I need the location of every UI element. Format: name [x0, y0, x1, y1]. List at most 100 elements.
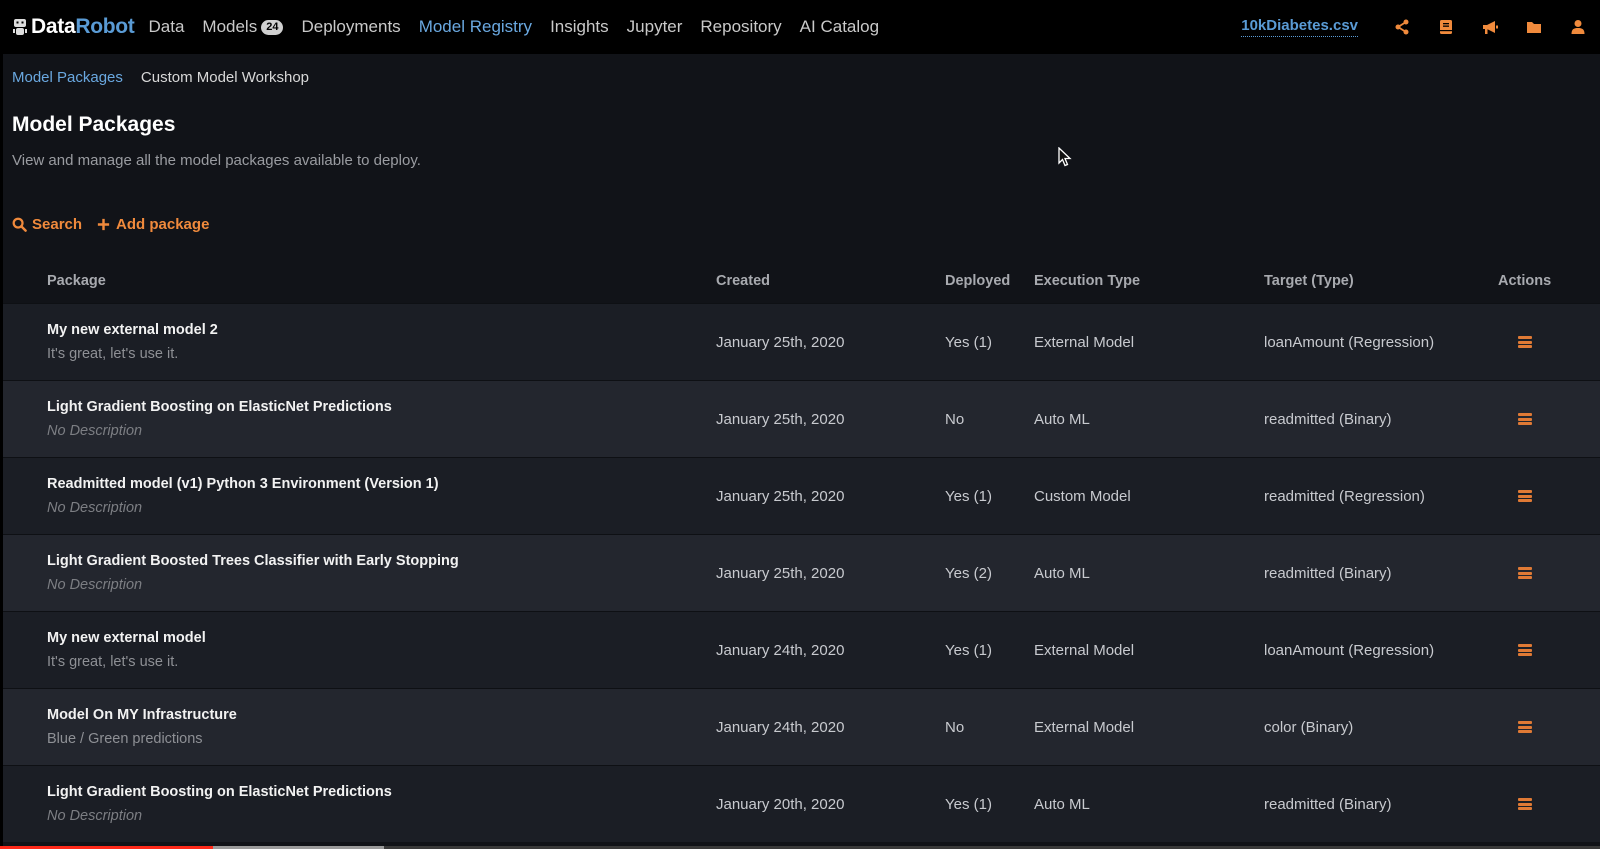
tab-model-packages[interactable]: Model Packages: [12, 69, 123, 86]
table-row[interactable]: My new external model It's great, let's u…: [3, 611, 1600, 688]
created-cell: January 24th, 2020: [716, 718, 845, 736]
row-actions-menu-icon[interactable]: [1518, 720, 1532, 734]
account-button[interactable]: [1556, 0, 1600, 54]
nav-label: Jupyter: [626, 17, 683, 36]
nav-item-models[interactable]: Models 24: [202, 17, 284, 37]
package-description: No Description: [47, 423, 143, 439]
nav-item-insights[interactable]: Insights: [550, 17, 609, 37]
row-actions-menu-icon[interactable]: [1518, 566, 1532, 580]
nav-label: Data: [148, 17, 185, 36]
add-package-label: Add package: [116, 216, 210, 233]
package-name[interactable]: Model On MY Infrastructure: [47, 707, 237, 723]
package-name[interactable]: My new external model 2: [47, 322, 218, 338]
table-row[interactable]: Light Gradient Boosted Trees Classifier …: [3, 534, 1600, 611]
header-actions: Actions: [1498, 273, 1552, 289]
nav-item-data[interactable]: Data: [148, 17, 184, 37]
nav-item-jupyter[interactable]: Jupyter: [627, 17, 683, 37]
package-name[interactable]: Readmitted model (v1) Python 3 Environme…: [47, 476, 439, 492]
nav-item-deployments[interactable]: Deployments: [301, 17, 400, 37]
mouse-cursor-icon: [1058, 147, 1072, 167]
header-execution-type[interactable]: Execution Type: [1034, 273, 1140, 289]
deployed-cell: Yes (2): [945, 564, 992, 582]
actions-bar: Search Add package: [12, 216, 209, 233]
sub-nav-tabs: Model Packages Custom Model Workshop: [12, 69, 309, 86]
execution-type-cell: External Model: [1034, 641, 1135, 659]
nav-label: Model Registry: [418, 17, 533, 36]
execution-type-cell: Auto ML: [1034, 410, 1090, 428]
deployed-cell: Yes (1): [945, 487, 992, 505]
dataset-link[interactable]: 10kDiabetes.csv: [1241, 17, 1358, 37]
execution-type-cell: Auto ML: [1034, 795, 1090, 813]
table-row[interactable]: My new external model 2 It's great, let's…: [3, 303, 1600, 380]
created-cell: January 25th, 2020: [716, 410, 845, 428]
files-button[interactable]: [1512, 0, 1556, 54]
package-name[interactable]: Light Gradient Boosting on ElasticNet Pr…: [47, 784, 392, 800]
robot-logo-icon: [13, 19, 27, 35]
table-row[interactable]: Model On MY Infrastructure Blue / Green p…: [3, 688, 1600, 765]
created-cell: January 20th, 2020: [716, 795, 845, 813]
target-cell: loanAmount (Regression): [1264, 333, 1435, 351]
package-name[interactable]: My new external model: [47, 630, 206, 646]
target-cell: readmitted (Binary): [1264, 795, 1392, 813]
package-cell: Readmitted model (v1) Python 3 Environme…: [47, 476, 439, 516]
page-subtitle: View and manage all the model packages a…: [12, 152, 421, 169]
nav-label: Models: [202, 17, 258, 36]
package-name[interactable]: Light Gradient Boosting on ElasticNet Pr…: [47, 399, 392, 415]
add-package-button[interactable]: Add package: [96, 216, 209, 233]
page-title: Model Packages: [12, 113, 176, 136]
nav-label: AI Catalog: [799, 17, 880, 36]
header-created[interactable]: Created: [716, 273, 770, 289]
nav-item-model-registry[interactable]: Model Registry: [419, 17, 532, 37]
target-cell: color (Binary): [1264, 718, 1354, 736]
created-cell: January 24th, 2020: [716, 641, 845, 659]
nav-label: Repository: [700, 17, 782, 36]
header-target[interactable]: Target (Type): [1264, 273, 1354, 289]
target-cell: readmitted (Regression): [1264, 487, 1425, 505]
docs-button[interactable]: [1424, 0, 1468, 54]
row-actions-menu-icon[interactable]: [1518, 797, 1532, 811]
share-button[interactable]: [1380, 0, 1424, 54]
table-row[interactable]: Light Gradient Boosting on ElasticNet Pr…: [3, 765, 1600, 842]
header-deployed[interactable]: Deployed: [945, 273, 1010, 289]
target-cell: readmitted (Binary): [1264, 564, 1392, 582]
row-actions-menu-icon[interactable]: [1518, 489, 1532, 503]
package-description: No Description: [47, 577, 143, 593]
announcements-button[interactable]: [1468, 0, 1512, 54]
created-cell: January 25th, 2020: [716, 333, 845, 351]
datarobot-logo[interactable]: Data Robot: [12, 15, 135, 39]
tab-custom-model-workshop[interactable]: Custom Model Workshop: [141, 69, 309, 86]
row-actions-menu-icon[interactable]: [1518, 335, 1532, 349]
package-description: No Description: [47, 808, 143, 824]
execution-type-cell: External Model: [1034, 333, 1135, 351]
table-row[interactable]: Readmitted model (v1) Python 3 Environme…: [3, 457, 1600, 534]
deployed-cell: Yes (1): [945, 641, 992, 659]
table-row[interactable]: Light Gradient Boosting on ElasticNet Pr…: [3, 380, 1600, 457]
model-packages-table: Package Created Deployed Execution Type …: [3, 259, 1600, 842]
table-header: Package Created Deployed Execution Type …: [3, 259, 1600, 303]
nav-item-ai-catalog[interactable]: AI Catalog: [800, 17, 879, 37]
nav-label: Deployments: [301, 17, 401, 36]
nav-item-repository[interactable]: Repository: [700, 17, 781, 37]
search-label: Search: [32, 216, 83, 233]
row-actions-menu-icon[interactable]: [1518, 412, 1532, 426]
target-cell: loanAmount (Regression): [1264, 641, 1435, 659]
table-body: My new external model 2 It's great, let's…: [3, 303, 1600, 842]
package-cell: Light Gradient Boosting on ElasticNet Pr…: [47, 784, 392, 824]
row-actions-menu-icon[interactable]: [1518, 643, 1532, 657]
main-content: Model Packages Custom Model Workshop Mod…: [3, 54, 1600, 849]
package-cell: Light Gradient Boosting on ElasticNet Pr…: [47, 399, 392, 439]
package-name[interactable]: Light Gradient Boosted Trees Classifier …: [47, 553, 459, 569]
target-cell: readmitted (Binary): [1264, 410, 1392, 428]
top-nav: Data Robot Data Models 24 Deployments Mode…: [0, 0, 1600, 54]
execution-type-cell: Custom Model: [1034, 487, 1131, 505]
nav-label: Insights: [550, 17, 609, 36]
package-cell: Light Gradient Boosted Trees Classifier …: [47, 553, 459, 593]
models-count-badge: 24: [261, 19, 284, 35]
header-package[interactable]: Package: [47, 273, 106, 289]
search-button[interactable]: Search: [12, 216, 82, 233]
package-cell: My new external model 2 It's great, let's…: [47, 322, 218, 362]
logo-text-robot: Robot: [75, 15, 135, 38]
nav-right: 10kDiabetes.csv: [1241, 0, 1600, 54]
share-icon: [1395, 19, 1409, 35]
package-cell: Model On MY Infrastructure Blue / Green p…: [47, 707, 237, 747]
